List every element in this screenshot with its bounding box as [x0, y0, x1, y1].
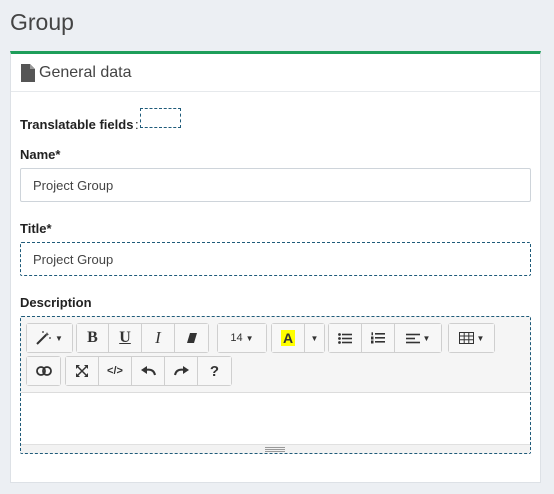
paragraph-group: ▼: [328, 323, 442, 353]
style-dropdown-button[interactable]: ▼: [27, 324, 72, 352]
style-group: ▼: [26, 323, 73, 353]
general-data-card: General data Translatable fields : Name*…: [10, 51, 541, 483]
link-button[interactable]: [27, 357, 60, 385]
bold-button[interactable]: B: [77, 324, 109, 352]
table-group: ▼: [448, 323, 495, 353]
name-label: Name*: [20, 147, 61, 162]
font-style-group: B U I: [76, 323, 209, 353]
editor-toolbar: ▼ B U I 14 ▼ A ▼ ▼ ▼ </> ?: [21, 317, 530, 392]
name-input[interactable]: Project Group: [20, 168, 531, 202]
translatable-fields-selector[interactable]: [140, 108, 181, 128]
card-header: General data: [11, 54, 540, 92]
font-size-dropdown[interactable]: 14 ▼: [218, 324, 266, 352]
insert-group: [26, 356, 61, 386]
ordered-list-button[interactable]: [362, 324, 395, 352]
link-icon: [35, 366, 52, 376]
codeview-button[interactable]: </>: [99, 357, 132, 385]
font-size-value: 14: [230, 332, 243, 344]
magic-wand-icon: [36, 331, 51, 345]
file-icon: [21, 64, 35, 82]
chevron-down-icon: ▼: [55, 333, 63, 343]
chevron-down-icon: ▼: [476, 333, 485, 343]
table-icon: [458, 332, 474, 344]
page-title: Group: [10, 9, 74, 35]
paragraph-align-dropdown[interactable]: ▼: [395, 324, 441, 352]
color-dropdown-button[interactable]: ▼: [305, 324, 324, 352]
color-group: A ▼: [271, 323, 325, 353]
eraser-icon: [186, 332, 197, 343]
highlight-letter: A: [280, 330, 296, 346]
underline-button[interactable]: U: [109, 324, 142, 352]
view-group: </> ?: [65, 356, 232, 386]
list-ul-icon: [338, 332, 352, 344]
editor-content-area[interactable]: [21, 392, 530, 444]
description-editor: ▼ B U I 14 ▼ A ▼ ▼ ▼ </> ?: [20, 316, 531, 454]
translatable-colon: :: [135, 117, 139, 132]
fullscreen-button[interactable]: [66, 357, 99, 385]
translatable-fields-label: Translatable fields: [20, 117, 134, 132]
list-ol-icon: [371, 332, 385, 344]
expand-icon: [76, 365, 88, 377]
chevron-down-icon: ▼: [310, 333, 319, 343]
redo-icon: [173, 366, 189, 376]
table-dropdown-button[interactable]: ▼: [449, 324, 494, 352]
resize-grip-icon: [265, 447, 285, 452]
chevron-down-icon: ▼: [422, 333, 431, 343]
editor-resize-bar[interactable]: [21, 444, 530, 453]
card-title: General data: [39, 64, 132, 81]
title-input[interactable]: Project Group: [20, 242, 531, 276]
clear-format-button[interactable]: [175, 324, 208, 352]
undo-icon: [140, 366, 156, 376]
redo-button[interactable]: [165, 357, 198, 385]
unordered-list-button[interactable]: [329, 324, 362, 352]
title-label: Title*: [20, 221, 52, 236]
undo-button[interactable]: [132, 357, 165, 385]
font-size-group: 14 ▼: [217, 323, 267, 353]
italic-button[interactable]: I: [142, 324, 175, 352]
help-button[interactable]: ?: [198, 357, 231, 385]
description-label: Description: [20, 295, 92, 310]
align-left-icon: [405, 333, 420, 343]
chevron-down-icon: ▼: [245, 333, 254, 343]
highlight-color-button[interactable]: A: [272, 324, 305, 352]
